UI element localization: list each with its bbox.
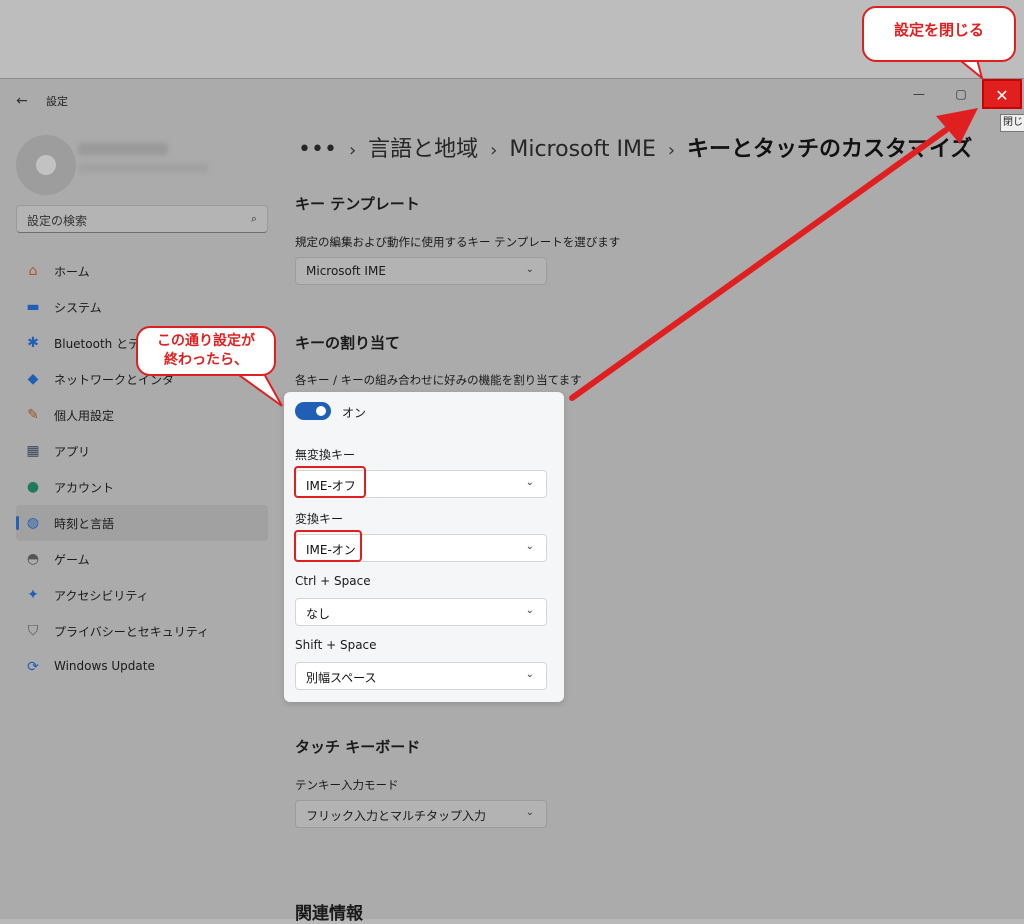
annotation-arrows [228, 51, 984, 407]
callout-line: この通り設定が [157, 333, 255, 349]
callout-close-settings: 設定を閉じる [862, 6, 1016, 62]
red-arrow-head [936, 108, 978, 144]
red-arrow-line [569, 127, 949, 401]
callout-settings-done: この通り設定が 終わったら、 [136, 326, 276, 376]
callout-line: 終わったら、 [164, 352, 248, 368]
